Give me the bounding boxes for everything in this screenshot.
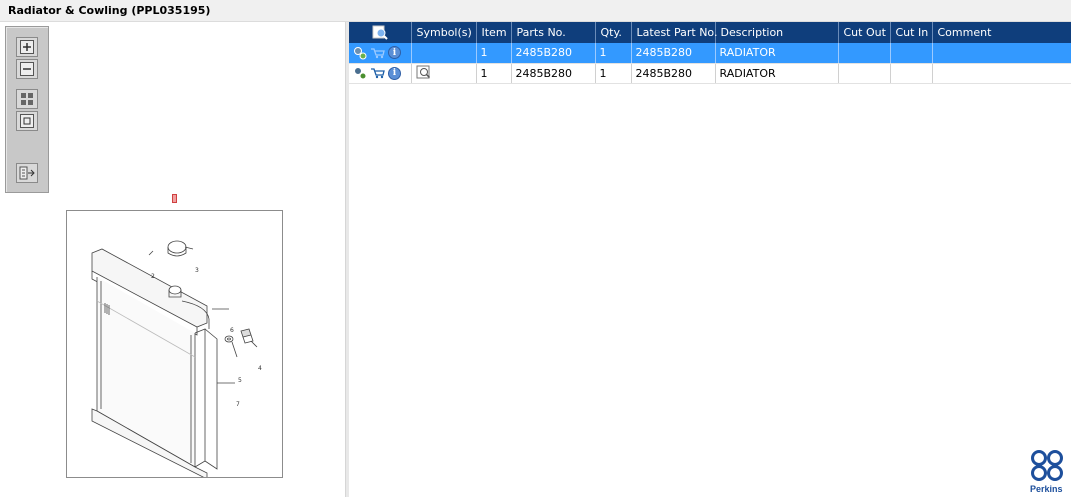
parts-table: Symbol(s) Item Parts No. Qty. Latest Par… <box>349 22 1071 84</box>
callout-2[interactable]: 2 <box>151 273 155 280</box>
callout-6[interactable]: 6 <box>230 327 234 334</box>
title-bar: Radiator & Cowling (PPL035195) <box>0 0 1071 22</box>
column-header-latest-part-no[interactable]: Latest Part No. <box>631 22 717 43</box>
perkins-logo-text: Perkins <box>1030 484 1063 494</box>
gears-icon[interactable] <box>353 46 367 60</box>
comment-cell <box>932 43 1071 64</box>
cart-icon[interactable] <box>370 47 385 59</box>
column-header-qty[interactable]: Qty. <box>595 22 632 43</box>
table-row[interactable]: i 1 2485B280 1 2485B280 RADIATOR <box>349 63 1071 84</box>
cut-in-cell <box>890 63 933 84</box>
item-cell: 1 <box>476 43 512 64</box>
parts-no-cell: 2485B280 <box>511 63 596 84</box>
comment-cell <box>932 63 1071 84</box>
column-header-description[interactable]: Description <box>715 22 839 43</box>
callout-7[interactable]: 7 <box>236 401 240 408</box>
table-header: Symbol(s) Item Parts No. Qty. Latest Par… <box>349 22 1071 43</box>
column-header-symbols[interactable]: Symbol(s) <box>411 22 477 43</box>
column-header-parts-no[interactable]: Parts No. <box>511 22 596 43</box>
view-illustration-icon <box>372 25 388 40</box>
latest-part-no-cell: 2485B280 <box>631 63 716 84</box>
gears-icon[interactable] <box>353 66 367 80</box>
zoom-out-button[interactable] <box>16 59 38 79</box>
cut-out-cell <box>838 43 891 64</box>
fit-all-icon <box>21 93 33 105</box>
info-icon[interactable]: i <box>388 66 401 80</box>
column-header-cut-in[interactable]: Cut In <box>890 22 933 43</box>
parts-no-cell: 2485B280 <box>511 43 596 64</box>
radiator-illustration <box>91 240 258 480</box>
zoom-in-button[interactable] <box>16 37 38 57</box>
cut-in-cell <box>890 43 933 64</box>
radiator-drawing[interactable]: 2 3 6 4 5 7 <box>66 210 283 480</box>
zoom-in-icon <box>20 40 34 54</box>
callout-hotspot[interactable] <box>172 194 177 203</box>
qty-cell: 1 <box>595 43 632 64</box>
cart-icon[interactable] <box>370 67 385 79</box>
export-list-icon <box>19 166 35 180</box>
item-cell: 1 <box>476 63 512 84</box>
callout-3[interactable]: 3 <box>195 267 199 274</box>
table-row[interactable]: i 1 2485B280 1 2485B280 RADIATOR <box>349 43 1071 64</box>
fit-all-button[interactable] <box>16 89 38 109</box>
column-header-comment[interactable]: Comment <box>932 22 1071 43</box>
info-icon[interactable]: i <box>388 46 401 60</box>
column-header-view[interactable] <box>349 22 412 43</box>
description-cell: RADIATOR <box>715 43 839 64</box>
zoom-out-icon <box>20 62 34 76</box>
callout-4[interactable]: 4 <box>258 365 262 372</box>
symbols-cell <box>411 63 477 84</box>
window-title: Radiator & Cowling (PPL035195) <box>8 4 211 17</box>
actual-size-icon <box>20 114 34 128</box>
actual-size-button[interactable] <box>16 111 38 131</box>
cut-out-cell <box>838 63 891 84</box>
description-cell: RADIATOR <box>715 63 839 84</box>
symbols-cell <box>411 43 477 64</box>
parts-list-pane: Symbol(s) Item Parts No. Qty. Latest Par… <box>349 22 1071 497</box>
qty-cell: 1 <box>595 63 632 84</box>
illustration-pane[interactable]: 2 3 6 4 5 7 <box>0 22 345 497</box>
latest-part-no-cell: 2485B280 <box>631 43 716 64</box>
illustration-reference-icon[interactable] <box>416 65 432 79</box>
callout-5[interactable]: 5 <box>238 377 242 384</box>
column-header-cut-out[interactable]: Cut Out <box>838 22 891 43</box>
viewer-toolbar <box>5 26 49 193</box>
column-header-item[interactable]: Item <box>476 22 512 43</box>
export-list-button[interactable] <box>16 163 38 183</box>
